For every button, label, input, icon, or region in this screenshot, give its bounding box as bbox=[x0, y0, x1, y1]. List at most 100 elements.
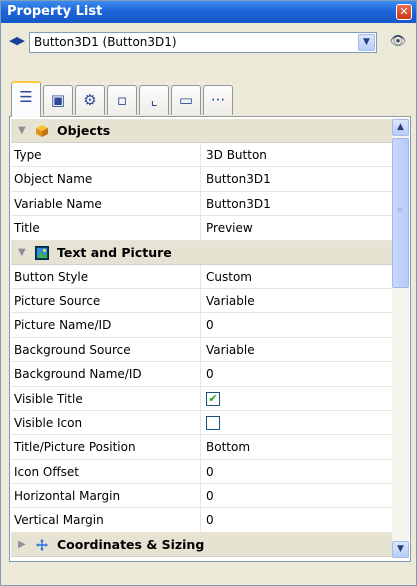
tab-more[interactable]: ··· bbox=[203, 85, 233, 115]
object-select-dropdown[interactable]: Button3D1 (Button3D1) ▼ bbox=[29, 32, 377, 53]
eye-icon: 👁 bbox=[389, 34, 407, 49]
window-title: Property List bbox=[7, 4, 103, 19]
collapse-icon[interactable]: ▼ bbox=[18, 241, 26, 265]
property-name: Visible Title bbox=[14, 391, 83, 406]
chart-icon: ⌞ bbox=[150, 91, 158, 109]
property-name: Picture Source bbox=[14, 293, 101, 308]
tab-shapes[interactable]: ▫ bbox=[107, 85, 137, 115]
move-arrows-icon bbox=[36, 538, 48, 551]
property-value[interactable]: Variable bbox=[206, 338, 255, 362]
close-button[interactable]: ✕ bbox=[396, 4, 412, 20]
category-label: Text and Picture bbox=[57, 244, 172, 260]
panel-icon: ▣ bbox=[50, 91, 66, 109]
more-icon: ··· bbox=[210, 91, 226, 109]
property-name: Visible Icon bbox=[14, 415, 83, 430]
selected-object-label: Button3D1 (Button3D1) bbox=[34, 35, 177, 49]
property-grid-panel: ▼ Objects Type 3D Button Object Name Butto… bbox=[9, 117, 411, 562]
property-row-button-style[interactable]: Button Style Custom bbox=[11, 264, 392, 289]
monitor-icon: ▭ bbox=[178, 91, 194, 109]
column-divider bbox=[200, 410, 201, 435]
tab-chart[interactable]: ⌞ bbox=[139, 85, 169, 115]
column-divider bbox=[200, 484, 201, 508]
visible-icon-checkbox[interactable] bbox=[206, 415, 220, 430]
property-value[interactable]: Custom bbox=[206, 265, 252, 289]
property-name: Title/Picture Position bbox=[14, 440, 136, 455]
property-name: Horizontal Margin bbox=[14, 489, 121, 504]
title-bar[interactable]: Property List ✕ bbox=[1, 1, 416, 23]
property-row-vertical-margin[interactable]: Vertical Margin 0 bbox=[11, 508, 392, 533]
property-value[interactable]: 0 bbox=[206, 508, 214, 532]
checkmark-icon: ✔ bbox=[208, 391, 218, 405]
scroll-up-button[interactable]: ▲ bbox=[392, 119, 409, 136]
property-value[interactable]: 3D Button bbox=[206, 143, 267, 167]
property-name: Variable Name bbox=[14, 196, 102, 211]
shapes-icon: ▫ bbox=[116, 91, 128, 109]
property-value[interactable]: Button3D1 bbox=[206, 192, 271, 216]
property-row-horizontal-margin[interactable]: Horizontal Margin 0 bbox=[11, 484, 392, 509]
property-row-variable-name[interactable]: Variable Name Button3D1 bbox=[11, 191, 392, 217]
tab-settings[interactable]: ⚙ bbox=[75, 85, 105, 115]
scroll-thumb[interactable]: ≡ bbox=[392, 138, 409, 288]
vertical-scrollbar[interactable]: ▲ ≡ ▼ bbox=[392, 118, 409, 558]
list-icon: ☰ bbox=[19, 88, 33, 106]
property-row-title-picture-position[interactable]: Title/Picture Position Bottom bbox=[11, 435, 392, 460]
column-divider bbox=[200, 216, 201, 240]
picture-icon bbox=[35, 245, 49, 260]
property-value[interactable]: Bottom bbox=[206, 435, 250, 459]
property-name: Background Name/ID bbox=[14, 367, 142, 382]
property-row-type[interactable]: Type 3D Button bbox=[11, 143, 392, 168]
scroll-down-button[interactable]: ▼ bbox=[392, 541, 409, 558]
chevron-up-icon: ▲ bbox=[397, 122, 404, 132]
property-row-background-source[interactable]: Background Source Variable bbox=[11, 337, 392, 363]
tab-panel[interactable]: ▣ bbox=[43, 85, 73, 115]
column-divider bbox=[200, 362, 201, 386]
column-divider bbox=[200, 459, 201, 484]
category-objects[interactable]: ▼ Objects bbox=[11, 119, 392, 143]
chevron-down-icon: ▼ bbox=[397, 544, 404, 554]
property-value[interactable]: 0 bbox=[206, 362, 214, 386]
column-divider bbox=[200, 508, 201, 532]
property-row-background-name-id[interactable]: Background Name/ID 0 bbox=[11, 362, 392, 387]
property-row-title[interactable]: Title Preview bbox=[11, 216, 392, 241]
gear-icon: ⚙ bbox=[83, 91, 97, 109]
tab-strip: ☰ ▣ ⚙ ▫ ⌞ ▭ ··· bbox=[9, 81, 411, 117]
property-grid: ▼ Objects Type 3D Button Object Name Butto… bbox=[11, 119, 392, 557]
visible-title-checkbox[interactable]: ✔ bbox=[206, 391, 220, 406]
category-coordinates-and-sizing[interactable]: ▶ Coordinates & Sizing bbox=[11, 532, 392, 557]
column-divider bbox=[200, 386, 201, 410]
property-row-picture-name-id[interactable]: Picture Name/ID 0 bbox=[11, 313, 392, 338]
property-value[interactable]: 0 bbox=[206, 313, 214, 337]
object-selector-row: ◀▶ Button3D1 (Button3D1) ▼ 👁 bbox=[1, 25, 416, 59]
tab-properties[interactable]: ☰ bbox=[11, 81, 41, 117]
property-name: Vertical Margin bbox=[14, 513, 104, 528]
property-name: Button Style bbox=[14, 269, 89, 284]
expand-icon[interactable]: ▶ bbox=[18, 533, 26, 557]
property-row-visible-title[interactable]: Visible Title ✔ bbox=[11, 386, 392, 411]
column-divider bbox=[200, 337, 201, 362]
property-value[interactable]: Variable bbox=[206, 289, 255, 313]
property-row-object-name[interactable]: Object Name Button3D1 bbox=[11, 167, 392, 192]
property-name: Object Name bbox=[14, 172, 93, 187]
close-icon: ✕ bbox=[399, 5, 409, 18]
property-row-visible-icon[interactable]: Visible Icon bbox=[11, 410, 392, 436]
property-list-window: Property List ✕ ◀▶ Button3D1 (Button3D1)… bbox=[0, 0, 417, 586]
category-label: Objects bbox=[57, 123, 111, 138]
property-name: Title bbox=[14, 221, 40, 236]
property-name: Icon Offset bbox=[14, 464, 79, 479]
dropdown-arrow-button[interactable]: ▼ bbox=[358, 34, 375, 51]
category-label: Coordinates & Sizing bbox=[57, 536, 205, 552]
property-name: Background Source bbox=[14, 342, 131, 357]
property-row-picture-source[interactable]: Picture Source Variable bbox=[11, 288, 392, 314]
tab-display[interactable]: ▭ bbox=[171, 85, 201, 115]
navigate-arrows-icon[interactable]: ◀▶ bbox=[9, 34, 25, 47]
collapse-icon[interactable]: ▼ bbox=[18, 119, 26, 143]
column-divider bbox=[200, 191, 201, 216]
property-value[interactable]: Button3D1 bbox=[206, 167, 271, 191]
property-value[interactable]: 0 bbox=[206, 460, 214, 484]
category-text-and-picture[interactable]: ▼ Text and Picture bbox=[11, 240, 392, 265]
property-value[interactable]: Preview bbox=[206, 216, 253, 240]
property-row-icon-offset[interactable]: Icon Offset 0 bbox=[11, 459, 392, 485]
preview-eye-button[interactable]: 👁 bbox=[387, 33, 409, 51]
property-value[interactable]: 0 bbox=[206, 484, 214, 508]
property-name: Type bbox=[14, 148, 42, 162]
